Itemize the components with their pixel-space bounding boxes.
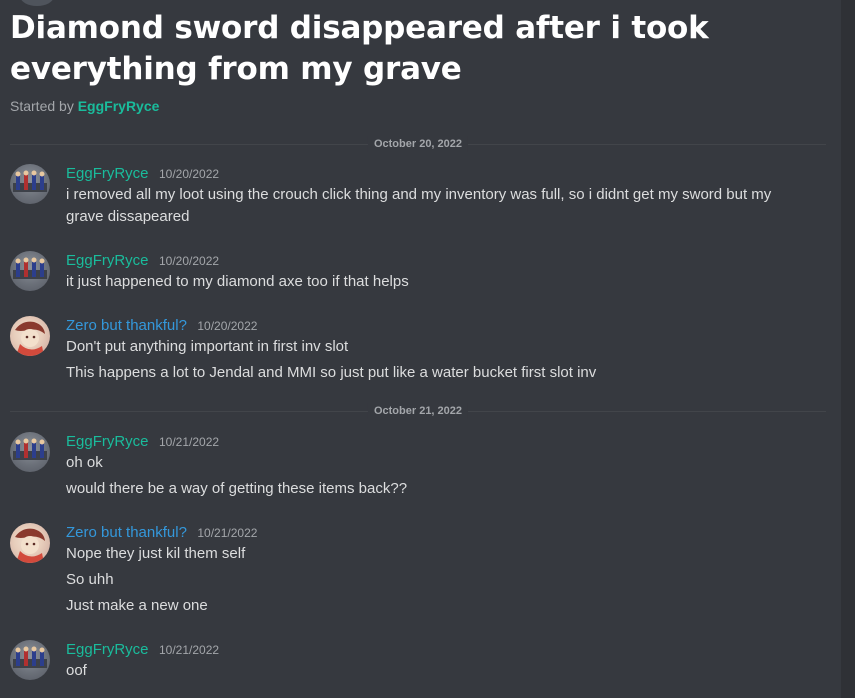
thread-view: Diamond sword disappeared after i took e… bbox=[0, 0, 855, 698]
avatar[interactable] bbox=[10, 523, 50, 563]
username[interactable]: EggFryRyce bbox=[66, 165, 149, 182]
avatar-image bbox=[13, 646, 47, 668]
date-divider: October 20, 2022 bbox=[10, 136, 826, 152]
message-header: EggFryRyce 10/20/2022 bbox=[66, 251, 810, 271]
timestamp: 10/20/2022 bbox=[197, 319, 258, 333]
message-body: EggFryRyce 10/21/2022 oh ok would there … bbox=[66, 432, 810, 500]
timestamp: 10/21/2022 bbox=[197, 526, 258, 540]
message-text: So uhh bbox=[66, 571, 114, 588]
message-header: EggFryRyce 10/20/2022 bbox=[66, 164, 810, 184]
username[interactable]: EggFryRyce bbox=[66, 433, 149, 450]
date-divider: October 21, 2022 bbox=[10, 403, 826, 419]
message-body: Zero but thankful? 10/20/2022 Don't put … bbox=[66, 316, 810, 384]
timestamp: 10/21/2022 bbox=[158, 435, 220, 449]
avatar bbox=[20, 0, 54, 6]
username[interactable]: EggFryRyce bbox=[66, 252, 149, 269]
message-header: Zero but thankful? 10/21/2022 bbox=[66, 523, 810, 543]
message-header: Zero but thankful? 10/20/2022 bbox=[66, 316, 810, 336]
message-header: EggFryRyce 10/21/2022 bbox=[66, 640, 810, 660]
started-by: Started by EggFryRyce bbox=[10, 98, 830, 114]
message-text: oh ok bbox=[66, 454, 103, 471]
avatar[interactable] bbox=[10, 164, 50, 204]
message-text: i removed all my loot using the crouch c… bbox=[66, 186, 772, 225]
message-text: it just happened to my diamond axe too i… bbox=[66, 273, 409, 290]
message-text: This happens a lot to Jendal and MMI so … bbox=[66, 364, 597, 381]
message-body: Zero but thankful? 10/21/2022 Nope they … bbox=[66, 523, 810, 617]
message-text: Don't put anything important in first in… bbox=[66, 338, 349, 355]
avatar[interactable] bbox=[10, 316, 50, 356]
message-header: EggFryRyce 10/21/2022 bbox=[66, 432, 810, 452]
message-body: EggFryRyce 10/20/2022 it just happened t… bbox=[66, 251, 810, 293]
thread-author-link[interactable]: EggFryRyce bbox=[78, 98, 160, 114]
username[interactable]: EggFryRyce bbox=[66, 641, 149, 658]
message-text: oof bbox=[66, 662, 87, 679]
date-divider-label: October 21, 2022 bbox=[367, 403, 469, 419]
page-title: Diamond sword disappeared after i took e… bbox=[10, 10, 709, 87]
scrollbar[interactable] bbox=[841, 0, 855, 698]
message-text: Nope they just kil them self bbox=[66, 545, 246, 562]
avatar-image bbox=[13, 438, 47, 460]
avatar[interactable] bbox=[10, 251, 50, 291]
avatar-image bbox=[13, 170, 47, 192]
avatar-image bbox=[15, 528, 45, 563]
message-text: Just make a new one bbox=[66, 597, 208, 614]
timestamp: 10/21/2022 bbox=[158, 643, 220, 657]
message-body: EggFryRyce 10/21/2022 oof bbox=[66, 640, 810, 682]
avatar-image bbox=[15, 321, 45, 356]
avatar-image bbox=[13, 257, 47, 279]
started-by-label: Started by bbox=[10, 98, 74, 114]
timestamp: 10/20/2022 bbox=[158, 254, 220, 268]
thread-header: Diamond sword disappeared after i took e… bbox=[10, 8, 830, 114]
date-divider-label: October 20, 2022 bbox=[367, 136, 469, 152]
avatar[interactable] bbox=[10, 640, 50, 680]
username[interactable]: Zero but thankful? bbox=[66, 524, 187, 541]
timestamp: 10/20/2022 bbox=[158, 167, 220, 181]
message-text: would there be a way of getting these it… bbox=[66, 480, 408, 497]
username[interactable]: Zero but thankful? bbox=[66, 317, 187, 334]
message-body: EggFryRyce 10/20/2022 i removed all my l… bbox=[66, 164, 810, 228]
avatar[interactable] bbox=[10, 432, 50, 472]
